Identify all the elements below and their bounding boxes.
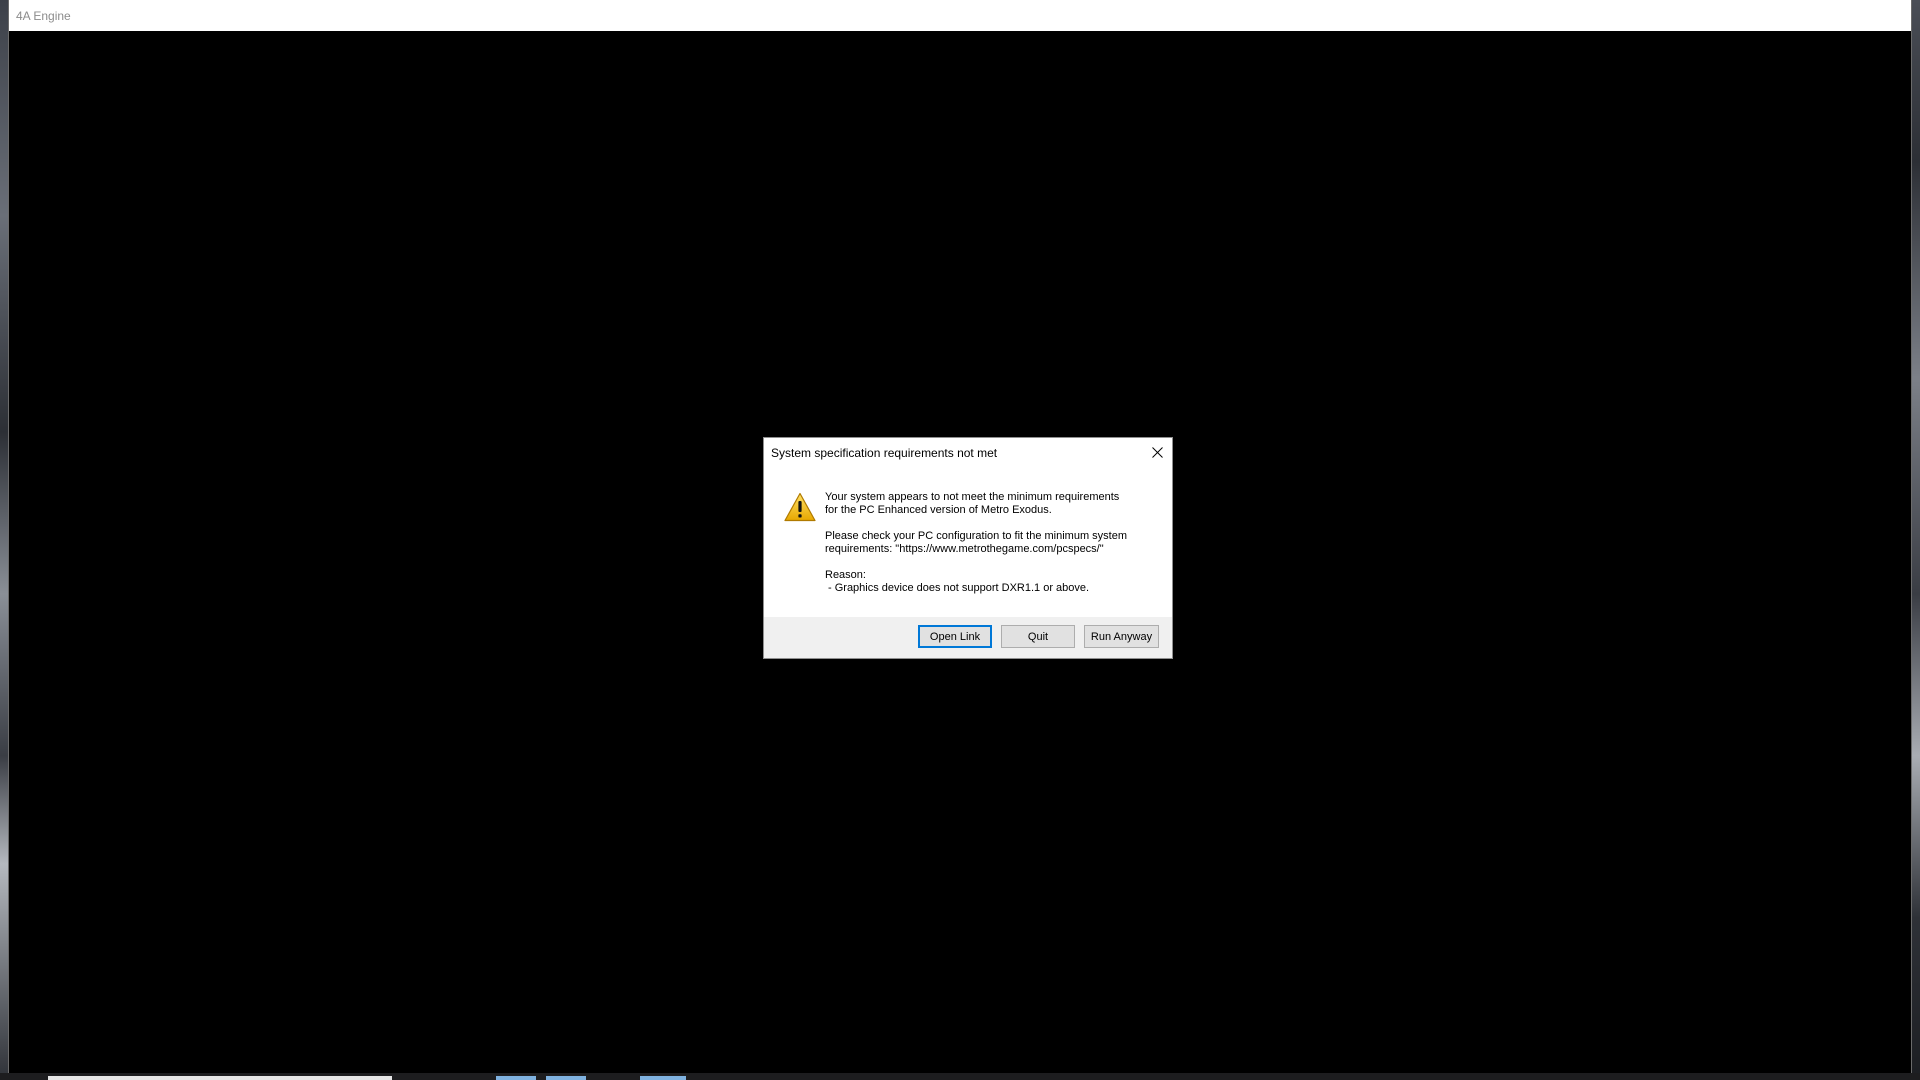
close-button[interactable] (1142, 438, 1172, 467)
message-paragraph: Your system appears to not meet the mini… (825, 491, 1160, 517)
dialog-body: Your system appears to not meet the mini… (764, 468, 1172, 606)
quit-button[interactable]: Quit (1001, 625, 1075, 648)
system-requirements-dialog: System specification requirements not me… (763, 437, 1173, 659)
taskbar-app-indicator[interactable] (496, 1076, 536, 1080)
dialog-button-bar: Open Link Quit Run Anyway (764, 617, 1172, 658)
reason-label: Reason: (825, 569, 866, 581)
run-anyway-button[interactable]: Run Anyway (1084, 625, 1159, 648)
dialog-title-bar[interactable]: System specification requirements not me… (764, 438, 1172, 468)
warning-icon (784, 492, 816, 522)
message-line: Please check your PC configuration to fi… (825, 530, 1128, 542)
close-icon (1151, 447, 1163, 458)
message-paragraph: Please check your PC configuration to fi… (825, 530, 1160, 556)
dialog-title: System specification requirements not me… (771, 446, 998, 460)
window-title-bar[interactable]: 4A Engine (9, 0, 1911, 31)
open-link-button[interactable]: Open Link (918, 625, 992, 648)
taskbar-app-indicator[interactable] (640, 1076, 686, 1080)
message-line: for the PC Enhanced version of Metro Exo… (825, 504, 1052, 516)
dialog-message: Your system appears to not meet the mini… (825, 491, 1160, 595)
reason-detail: - Graphics device does not support DXR1.… (828, 582, 1090, 594)
taskbar-search-box[interactable] (48, 1076, 392, 1080)
window-title: 4A Engine (16, 8, 71, 23)
taskbar-app-indicator[interactable] (546, 1076, 586, 1080)
message-line: requirements: "https://www.metrothegame.… (825, 543, 1104, 555)
taskbar (0, 1073, 1920, 1080)
message-line: Your system appears to not meet the mini… (825, 491, 1120, 503)
